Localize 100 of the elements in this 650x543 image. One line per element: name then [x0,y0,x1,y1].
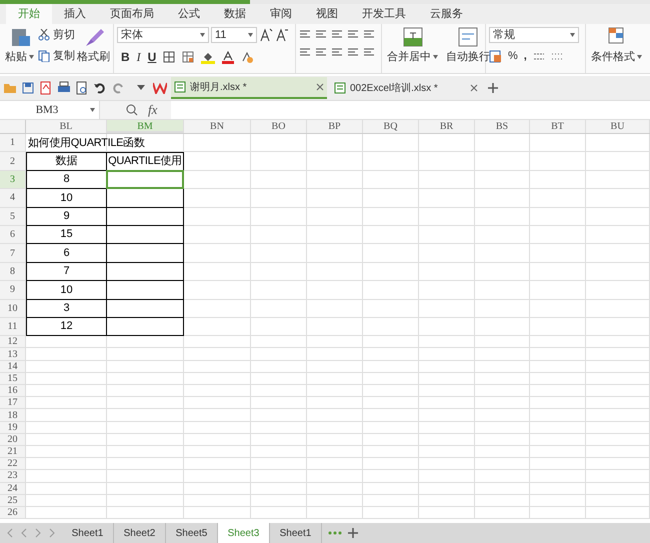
ribbon-tab[interactable]: 视图 [304,4,350,24]
column-header[interactable]: BO [251,120,307,133]
align-icon[interactable] [315,48,327,58]
column-header[interactable]: BU [586,120,650,133]
document-tab[interactable]: 谢明月.xlsx * [171,77,327,99]
row-header[interactable]: 24 [0,482,26,495]
align-icon[interactable] [347,48,359,58]
align-icon[interactable] [363,30,375,40]
row-header[interactable]: 12 [0,336,26,348]
fill-color-icon[interactable] [201,50,216,64]
percent-button[interactable]: % [508,48,518,64]
align-icon[interactable] [331,30,343,40]
scissors-icon [38,29,50,42]
row-header[interactable]: 2 [0,152,26,171]
cell-style-icon[interactable] [182,51,194,63]
row-header[interactable]: 25 [0,494,26,507]
table-cell: 10 [26,281,107,300]
font-name-field[interactable]: 宋体 [117,27,209,43]
ribbon-tab[interactable]: 云服务 [418,4,475,24]
font-color-icon[interactable] [222,50,234,64]
spreadsheet-file-icon [334,82,346,94]
column-header[interactable]: BP [307,120,363,133]
conditional-format-button[interactable]: 条件格式 [589,27,644,73]
copy-button[interactable]: 复制 [38,48,75,64]
column-header[interactable]: BN [184,120,251,133]
row-header[interactable]: 5 [0,208,26,226]
italic-button[interactable]: I [136,48,141,66]
borders-icon[interactable] [163,51,176,63]
ribbon-tab[interactable]: 开始 [6,4,52,24]
align-icon[interactable] [299,48,311,58]
merge-center-button[interactable]: 合并居中 [385,27,440,73]
align-icon[interactable] [363,48,375,58]
caret-icon [200,33,205,37]
dropdown-caret-icon[interactable] [137,85,145,91]
row-header[interactable]: 18 [0,409,26,422]
row-header[interactable]: 4 [0,189,26,208]
align-icon[interactable] [315,30,327,40]
print-icon[interactable] [57,81,71,95]
table-cell: 9 [26,208,107,226]
ribbon-tab[interactable]: 页面布局 [98,4,166,24]
add-sheet-icon[interactable] [348,528,358,538]
font-grow-icon[interactable] [259,28,273,42]
table-cell: 7 [26,262,107,282]
comma-button[interactable]: , [524,48,527,64]
row-header[interactable]: 14 [0,360,26,373]
add-tab-icon[interactable] [487,82,499,94]
align-icon[interactable] [347,30,359,40]
ribbon-tab[interactable]: 插入 [52,4,98,24]
save-icon[interactable] [21,81,35,95]
row-header[interactable]: 1 [0,134,26,152]
table-cell-text: 如何使用QUARTILE函数 [27,136,146,151]
row-header[interactable]: 7 [0,244,26,263]
wrap-text-button[interactable]: 自动换行 [444,27,492,73]
copy-icon [38,50,50,62]
ribbon-tab[interactable]: 开发工具 [350,4,418,24]
row-header[interactable]: 17 [0,397,26,410]
clear-format-icon[interactable] [241,51,254,63]
ribbon-tab[interactable]: 审阅 [258,4,304,24]
cut-button[interactable]: 剪切 [38,27,75,44]
row-header[interactable]: 9 [0,281,26,300]
caret-icon [248,33,253,37]
function-button[interactable]: fx [148,100,158,120]
font-shrink-icon[interactable] [275,28,289,42]
name-box[interactable]: BM3 [0,101,100,119]
close-icon[interactable] [470,84,478,92]
format-painter-button[interactable]: 格式刷 [75,27,112,73]
bold-button[interactable]: B [121,48,130,66]
number-format-field[interactable]: 常规 [489,27,579,43]
row-header[interactable]: 13 [0,348,26,361]
caret-icon [433,55,438,60]
wrap-text-icon [458,27,478,47]
caret-icon [90,108,95,112]
row-header[interactable]: 10 [0,300,26,318]
row-header[interactable]: 23 [0,470,26,483]
formula-input-field[interactable] [171,101,650,119]
zoom-icon[interactable] [126,104,138,116]
paste-button[interactable]: 粘贴 [3,27,36,73]
table-cell: 数据 [26,152,107,171]
font-size-field[interactable]: 11 [211,27,257,43]
app-logo-icon[interactable] [153,82,167,94]
column-header[interactable]: BT [530,120,586,133]
caret-icon [29,55,34,60]
row-header[interactable]: 16 [0,385,26,398]
close-icon[interactable] [316,83,324,91]
column-header[interactable]: BQ [363,120,419,133]
align-icon[interactable] [331,48,343,58]
sheet-tab[interactable]: Sheet3 [218,523,270,543]
row-header[interactable]: 20 [0,434,26,446]
pdf-icon[interactable] [39,81,53,95]
ribbon-tab[interactable]: 数据 [212,4,258,24]
ribbon-tab[interactable]: 公式 [166,4,212,24]
undo-icon[interactable] [93,81,107,95]
column-header[interactable]: BR [419,120,475,133]
print-preview-icon[interactable] [75,81,89,95]
align-icon[interactable] [299,30,311,40]
underline-button[interactable]: U [148,48,156,66]
column-header[interactable]: BS [475,120,530,133]
row-header[interactable]: 22 [0,458,26,470]
row-header[interactable]: 19 [0,422,26,434]
table-cell: 8 [26,170,107,190]
